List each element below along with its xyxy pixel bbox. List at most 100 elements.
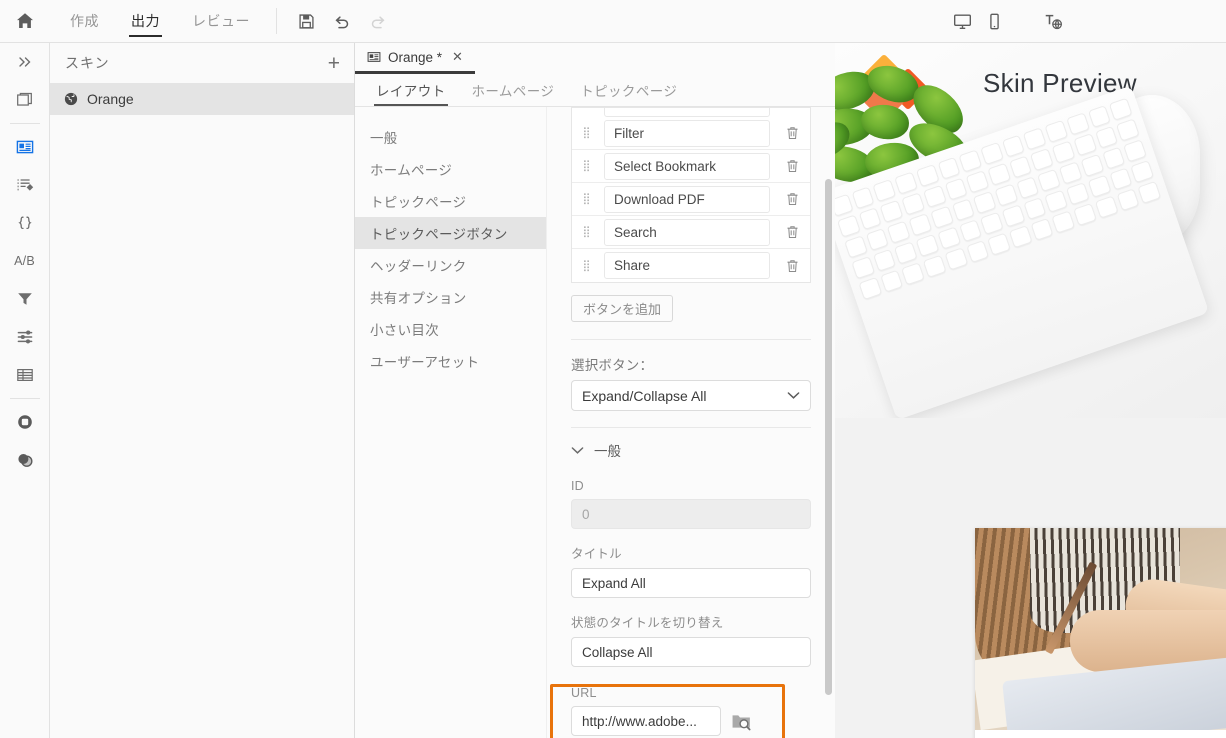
undo-icon[interactable] [331, 10, 353, 32]
skin-list-item-label: Orange [87, 91, 134, 107]
add-skin-button[interactable]: + [328, 53, 340, 74]
nav-item-user-assets[interactable]: ユーザーアセット [355, 345, 546, 377]
preview-hero: Skin Preview [835, 43, 1226, 418]
chevron-down-icon [571, 446, 584, 455]
trash-icon[interactable] [774, 126, 810, 140]
desktop-preview-icon[interactable] [951, 10, 973, 32]
toolbar-divider [276, 8, 277, 34]
select-button-dropdown[interactable]: Expand/Collapse All [571, 380, 811, 411]
rail-divider-1 [9, 123, 40, 124]
sidebar-item-skin[interactable] [0, 128, 50, 166]
mode-tabs: 作成 出力 レビュー [50, 0, 266, 42]
trash-icon[interactable] [774, 159, 810, 173]
url-field[interactable]: http://www.adobe... [571, 706, 721, 736]
translate-icon[interactable] [1042, 10, 1064, 32]
editor-tabstrip: Orange * ✕ [355, 43, 835, 74]
editor-tab-orange[interactable]: Orange * ✕ [355, 43, 475, 74]
drag-handle-icon[interactable]: ⣿ [572, 128, 600, 139]
table-row: ⣿ Share [572, 249, 810, 282]
button-name-input-download-pdf[interactable]: Download PDF [604, 185, 770, 213]
add-button-button[interactable]: ボタンを追加 [571, 295, 674, 322]
properties-content: ⋮ ⣿ Filter [547, 107, 835, 736]
rail-divider-2 [9, 398, 40, 399]
subtab-layout-label: レイアウト [376, 84, 446, 99]
title-field[interactable]: Expand All [571, 568, 811, 598]
circle-icon[interactable] [0, 403, 50, 441]
table-row: ⣿ Search [572, 216, 810, 249]
table-icon[interactable] [0, 356, 50, 394]
nav-item-homepage[interactable]: ホームページ [355, 153, 546, 185]
drag-handle-icon[interactable]: ⣿ [572, 161, 600, 172]
skin-editor: Orange * ✕ レイアウト ホームページ トピックページ 一般 ホームペー… [355, 43, 835, 738]
ab-test-icon[interactable]: A/B [0, 242, 50, 280]
trash-icon[interactable] [774, 259, 810, 273]
url-field-row: http://www.adobe... [571, 706, 811, 736]
nav-item-mini-toc-label: 小さい目次 [370, 323, 439, 338]
trash-icon[interactable] [774, 192, 810, 206]
tab-output[interactable]: 出力 [115, 0, 176, 42]
button-name-input-select-bookmark[interactable]: Select Bookmark [604, 152, 770, 180]
toolbar-actions [287, 0, 389, 42]
button-list-clipped-row: ⋮ [571, 107, 811, 117]
subtab-layout[interactable]: レイアウト [363, 74, 459, 106]
mobile-preview-icon[interactable] [983, 10, 1005, 32]
tab-review[interactable]: レビュー [176, 0, 266, 42]
select-button-label: 選択ボタン： [571, 358, 654, 373]
skin-panel-header: スキン + [50, 43, 354, 83]
id-field-label: ID [571, 479, 584, 493]
tab-authoring[interactable]: 作成 [54, 0, 115, 42]
properties-divider-2 [571, 427, 811, 428]
subtab-topicpage[interactable]: トピックページ [567, 74, 690, 106]
button-name-input-filter[interactable]: Filter [604, 119, 770, 147]
nav-item-topicpage[interactable]: トピックページ [355, 185, 546, 217]
nav-item-header-links-label: ヘッダーリンク [370, 259, 467, 274]
left-icon-rail: A/B [0, 43, 50, 738]
toggle-title-field-label: 状態のタイトルを切り替え [571, 616, 724, 630]
save-icon[interactable] [295, 10, 317, 32]
skin-list-item-orange[interactable]: Orange [50, 83, 354, 115]
editor-body: 一般 ホームページ トピックページ トピックページボタン ヘッダーリンク 共有オ… [355, 107, 835, 738]
braces-icon[interactable] [0, 204, 50, 242]
button-name-input-share[interactable]: Share [604, 252, 770, 279]
drag-handle-icon[interactable]: ⣿ [572, 227, 600, 238]
toggle-title-field[interactable]: Collapse All [571, 637, 811, 667]
close-icon[interactable]: ✕ [452, 49, 463, 65]
folder-search-icon[interactable] [731, 712, 752, 731]
filter-icon[interactable] [0, 280, 50, 318]
window-layout-icon[interactable] [0, 81, 50, 119]
preview-card-folder-one[interactable]: Folder One [975, 528, 1226, 738]
nav-item-mini-toc[interactable]: 小さい目次 [355, 313, 546, 345]
card-image [975, 528, 1226, 730]
button-name-input[interactable] [604, 108, 770, 117]
nav-item-share-options[interactable]: 共有オプション [355, 281, 546, 313]
nav-item-general[interactable]: 一般 [355, 121, 546, 153]
nav-item-topicpage-label: トピックページ [370, 195, 467, 210]
subtab-homepage[interactable]: ホームページ [459, 74, 568, 106]
properties-divider [571, 339, 811, 340]
general-section-header[interactable]: 一般 [571, 434, 811, 466]
skin-list-panel: スキン + Orange [50, 43, 355, 738]
button-name-input-search[interactable]: Search [604, 218, 770, 246]
nav-item-general-label: 一般 [370, 131, 398, 146]
nav-item-topicpage-buttons[interactable]: トピックページボタン [355, 217, 546, 249]
overlap-circles-icon[interactable] [0, 441, 50, 479]
home-icon[interactable] [0, 0, 50, 42]
drag-handle-icon[interactable]: ⣿ [572, 260, 600, 271]
top-toolbar: 作成 出力 レビュー [0, 0, 1226, 43]
sliders-icon[interactable] [0, 318, 50, 356]
editor-nav-list: 一般 ホームページ トピックページ トピックページボタン ヘッダーリンク 共有オ… [355, 107, 546, 738]
list-tag-icon[interactable] [0, 166, 50, 204]
card-label: Folder One [975, 730, 1226, 738]
expand-panel-icon[interactable] [0, 43, 50, 81]
editor-tab-label: Orange * [388, 49, 443, 65]
properties-scrollbar[interactable] [825, 179, 832, 695]
nav-item-header-links[interactable]: ヘッダーリンク [355, 249, 546, 281]
properties-panel: ⋮ ⣿ Filter [546, 107, 835, 738]
skin-preview-pane: Skin Preview [835, 43, 1226, 738]
redo-icon[interactable] [367, 10, 389, 32]
title-field-label: タイトル [571, 547, 622, 561]
skin-panel-title: スキン [65, 55, 110, 71]
nav-item-share-options-label: 共有オプション [370, 291, 467, 306]
drag-handle-icon[interactable]: ⣿ [572, 194, 600, 205]
trash-icon[interactable] [774, 225, 810, 239]
